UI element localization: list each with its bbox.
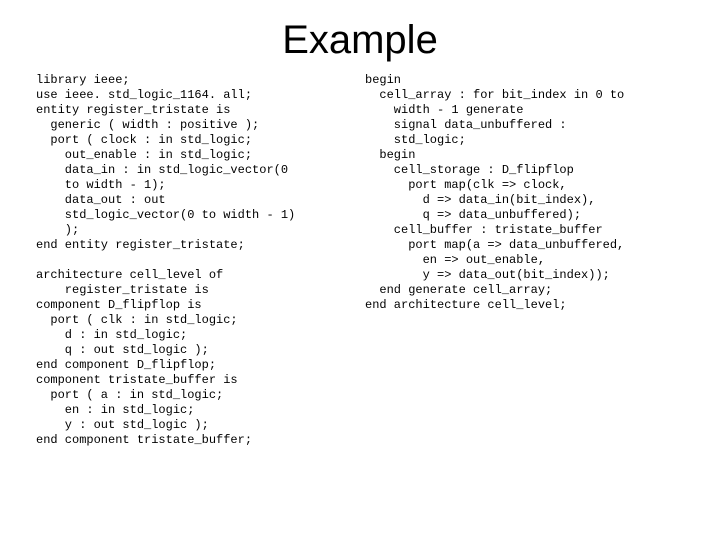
code-columns: library ieee; use ieee. std_logic_1164. …: [36, 73, 684, 448]
page-title: Example: [36, 18, 684, 63]
code-right: begin cell_array : for bit_index in 0 to…: [365, 73, 684, 448]
slide: Example library ieee; use ieee. std_logi…: [0, 0, 720, 540]
code-left: library ieee; use ieee. std_logic_1164. …: [36, 73, 355, 448]
